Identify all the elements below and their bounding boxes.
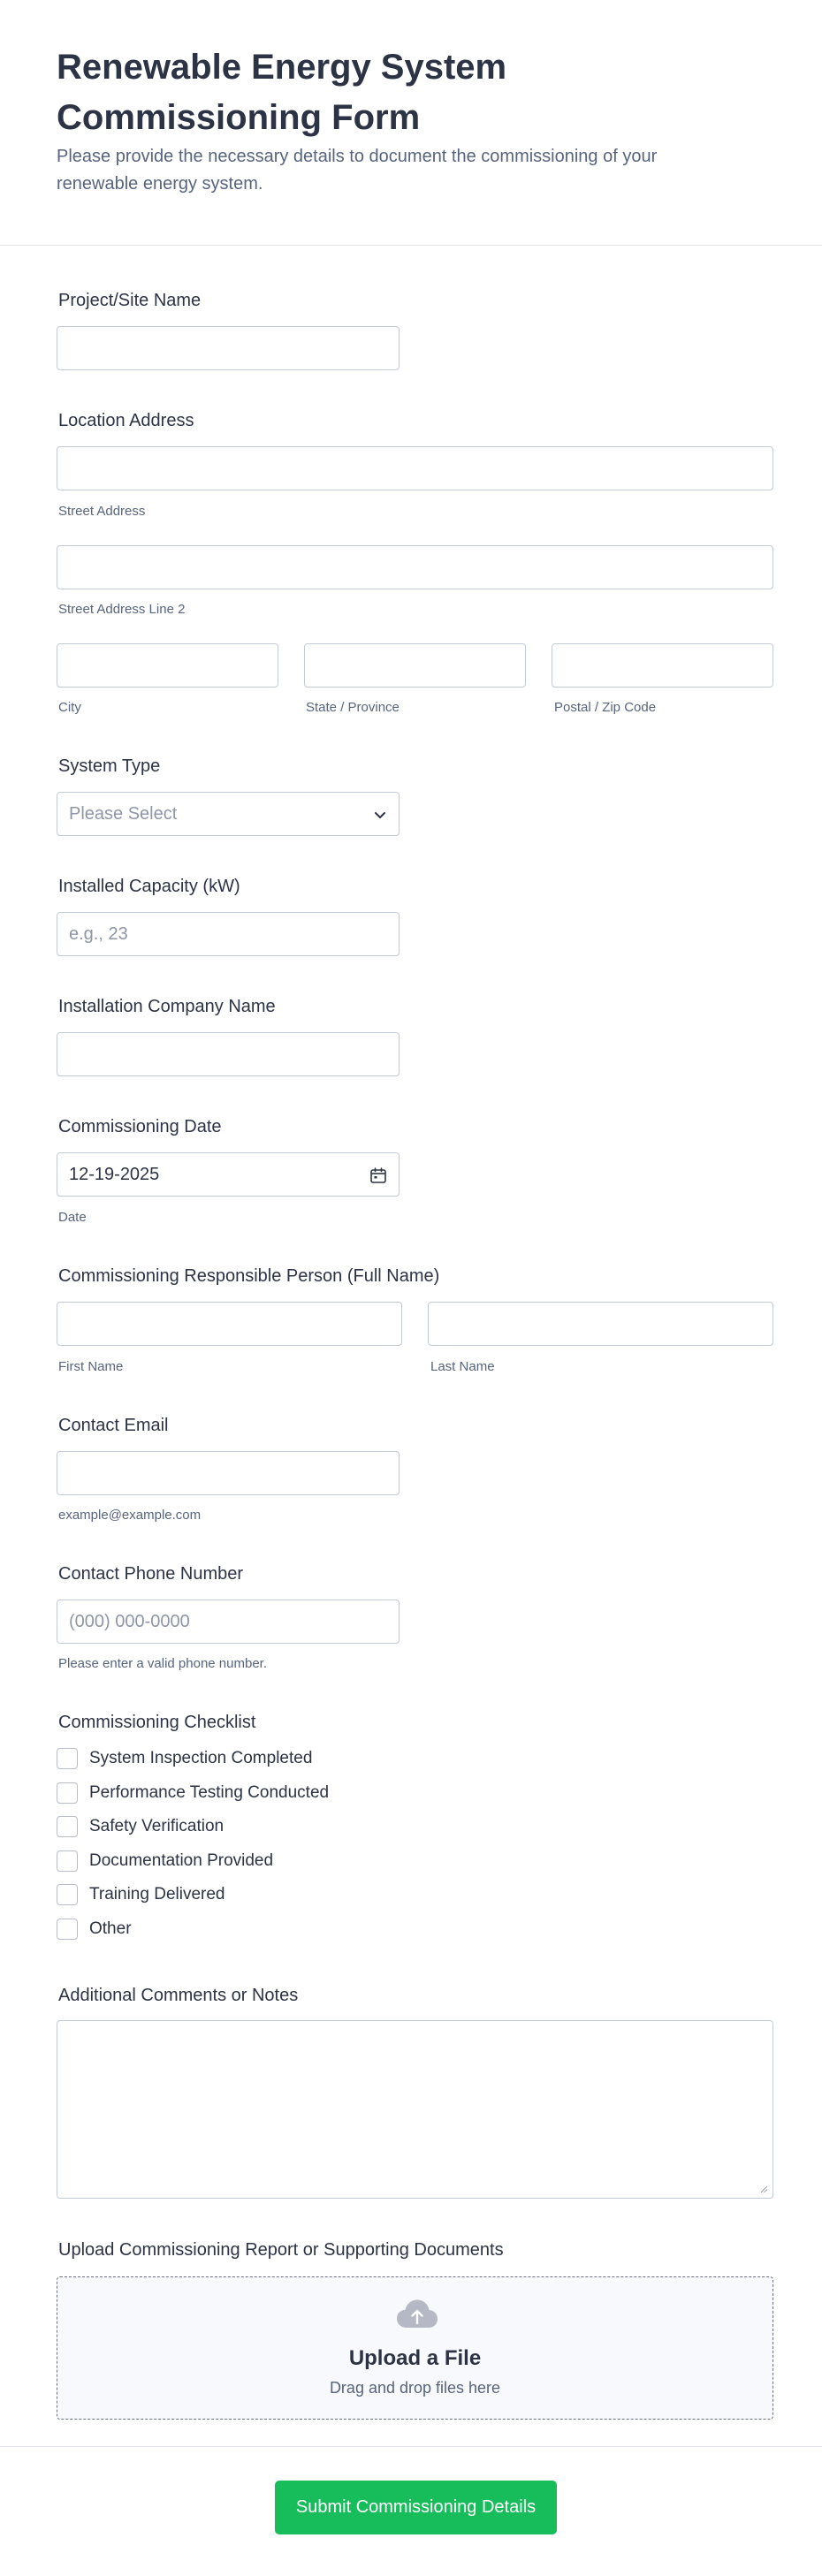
upload-title: Upload a File [348, 2346, 482, 2370]
upload-dropzone[interactable]: Upload a File Drag and drop files here [57, 2276, 773, 2420]
chevron-down-icon [375, 812, 385, 818]
submit-button[interactable]: Submit Commissioning Details [275, 2481, 557, 2534]
street-address-line2-sublabel: Street Address Line 2 [58, 602, 186, 617]
checklist-item-label: Other [89, 1919, 132, 1938]
date-value: 12-19-2025 [69, 1165, 160, 1184]
checklist-item-label: Safety Verification [89, 1817, 225, 1835]
phone-placeholder: (000) 000-0000 [69, 1612, 190, 1631]
company-input[interactable] [57, 1032, 400, 1076]
form-description: Please provide the necessary details to … [57, 147, 658, 194]
last-name-input[interactable] [428, 1302, 773, 1346]
street-address-input[interactable] [57, 446, 773, 490]
checklist-item-label: Documentation Provided [89, 1851, 274, 1870]
city-input[interactable] [57, 643, 278, 688]
state-sublabel: State / Province [306, 700, 400, 715]
upload-label: Upload Commissioning Report or Supportin… [58, 2240, 504, 2260]
phone-label: Contact Phone Number [58, 1564, 244, 1584]
company-label: Installation Company Name [58, 997, 276, 1016]
checkbox-inspection[interactable] [57, 1748, 78, 1769]
checkbox-safety[interactable] [57, 1816, 78, 1837]
project-name-input[interactable] [57, 326, 400, 370]
capacity-label: Installed Capacity (kW) [58, 877, 240, 896]
checklist-item-label: Training Delivered [89, 1885, 225, 1904]
comments-label: Additional Comments or Notes [58, 1986, 299, 2005]
date-label: Commissioning Date [58, 1117, 222, 1136]
checkbox-performance[interactable] [57, 1782, 78, 1804]
form-title: Renewable Energy System Commissioning Fo… [57, 48, 507, 137]
email-label: Contact Email [58, 1416, 169, 1435]
system-type-placeholder: Please Select [69, 804, 178, 824]
capacity-input[interactable]: e.g., 23 [57, 912, 400, 956]
form-footer: Submit Commissioning Details [0, 2446, 822, 2576]
comments-textarea[interactable] [57, 2020, 773, 2199]
system-type-select[interactable]: Please Select [57, 792, 400, 836]
date-sublabel: Date [58, 1210, 87, 1225]
checklist-item-label: System Inspection Completed [89, 1749, 313, 1767]
first-name-input[interactable] [57, 1302, 402, 1346]
email-input[interactable] [57, 1451, 400, 1495]
checklist-label: Commissioning Checklist [58, 1713, 256, 1732]
first-name-sublabel: First Name [58, 1359, 124, 1374]
cloud-upload-icon [397, 2299, 438, 2328]
responsible-label: Commissioning Responsible Person (Full N… [58, 1266, 440, 1286]
calendar-icon[interactable] [369, 1166, 388, 1185]
date-input[interactable]: 12-19-2025 [57, 1152, 400, 1197]
street-address-sublabel: Street Address [58, 504, 146, 519]
email-sublabel: example@example.com [58, 1508, 202, 1523]
resize-handle-icon[interactable] [759, 2185, 768, 2193]
form-header: Renewable Energy System Commissioning Fo… [0, 0, 822, 246]
city-sublabel: City [58, 700, 81, 715]
capacity-placeholder: e.g., 23 [69, 924, 128, 944]
state-input[interactable] [304, 643, 526, 688]
checklist-item-label: Performance Testing Conducted [89, 1783, 330, 1802]
last-name-sublabel: Last Name [430, 1359, 495, 1374]
address-label: Location Address [58, 411, 194, 430]
zip-sublabel: Postal / Zip Code [554, 700, 657, 715]
phone-input[interactable]: (000) 000-0000 [57, 1600, 400, 1644]
street-address-line2-input[interactable] [57, 545, 773, 589]
zip-input[interactable] [552, 643, 773, 688]
upload-subtitle: Drag and drop files here [329, 2379, 501, 2397]
system-type-label: System Type [58, 756, 161, 776]
checkbox-training[interactable] [57, 1884, 78, 1905]
project-name-label: Project/Site Name [58, 291, 202, 310]
phone-sublabel: Please enter a valid phone number. [58, 1656, 267, 1671]
checkbox-other[interactable] [57, 1919, 78, 1940]
checkbox-documentation[interactable] [57, 1850, 78, 1872]
